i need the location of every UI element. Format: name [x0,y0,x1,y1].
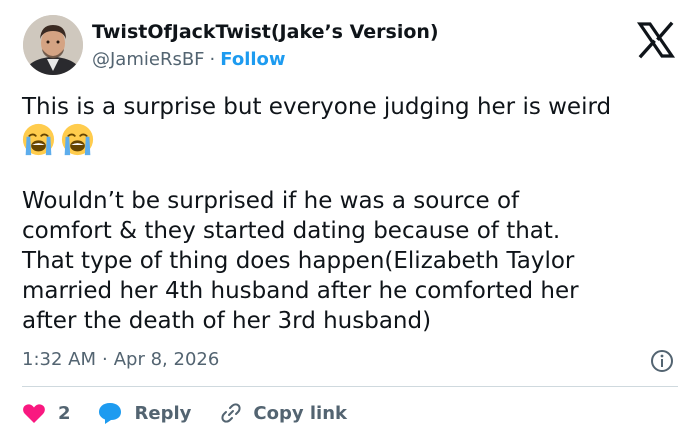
tweet-body: This is a surprise but everyone judging … [22,92,682,336]
like-button[interactable]: 2 [22,402,71,424]
author-handle[interactable]: @JamieRsBF [92,49,205,70]
handle-row: @JamieRsBF · Follow [92,47,439,73]
reply-label: Reply [134,402,192,424]
tweet-line: comfort & they started dating because of… [22,218,561,244]
tweet-line: This is a surprise but everyone judging … [22,94,612,120]
handle-separator: · [209,49,216,70]
tweet-line: Wouldn’t be surprised if he was a source… [22,188,520,214]
follow-button[interactable]: Follow [220,49,285,70]
divider [22,386,678,387]
timestamp[interactable]: 1:32 AM · Apr 8, 2026 [22,347,219,373]
info-icon[interactable] [650,349,674,373]
tweet-card: TwistOfJackTwist(Jake’s Version) @JamieR… [0,0,700,440]
like-count: 2 [58,402,71,424]
reply-bubble-icon [98,403,121,424]
x-logo-icon[interactable] [636,20,676,60]
timestamp-separator: · [102,349,108,370]
loudly-crying-face-emoji [61,123,94,155]
reply-button[interactable]: Reply [97,401,192,425]
tweet-line: married her 4th husband after he comfort… [22,278,579,304]
avatar-image [23,15,83,75]
author-block: TwistOfJackTwist(Jake’s Version) @JamieR… [92,19,439,73]
tweet-line: That type of thing does happen(Elizabeth… [22,248,575,274]
author-display-name[interactable]: TwistOfJackTwist(Jake’s Version) [92,19,439,45]
timestamp-time: 1:32 AM [22,349,96,370]
tweet-line: after the death of her 3rd husband) [22,308,432,334]
action-bar: 2 Reply Copy link [22,398,347,428]
link-icon [221,403,241,423]
timestamp-date: Apr 8, 2026 [113,349,220,370]
avatar[interactable] [23,15,83,75]
emoji-row [22,122,682,156]
loudly-crying-face-emoji [22,123,55,155]
paragraph-break [22,156,682,186]
copy-link-button[interactable]: Copy link [219,401,347,425]
copy-link-label: Copy link [253,402,347,424]
heart-icon [23,404,45,423]
